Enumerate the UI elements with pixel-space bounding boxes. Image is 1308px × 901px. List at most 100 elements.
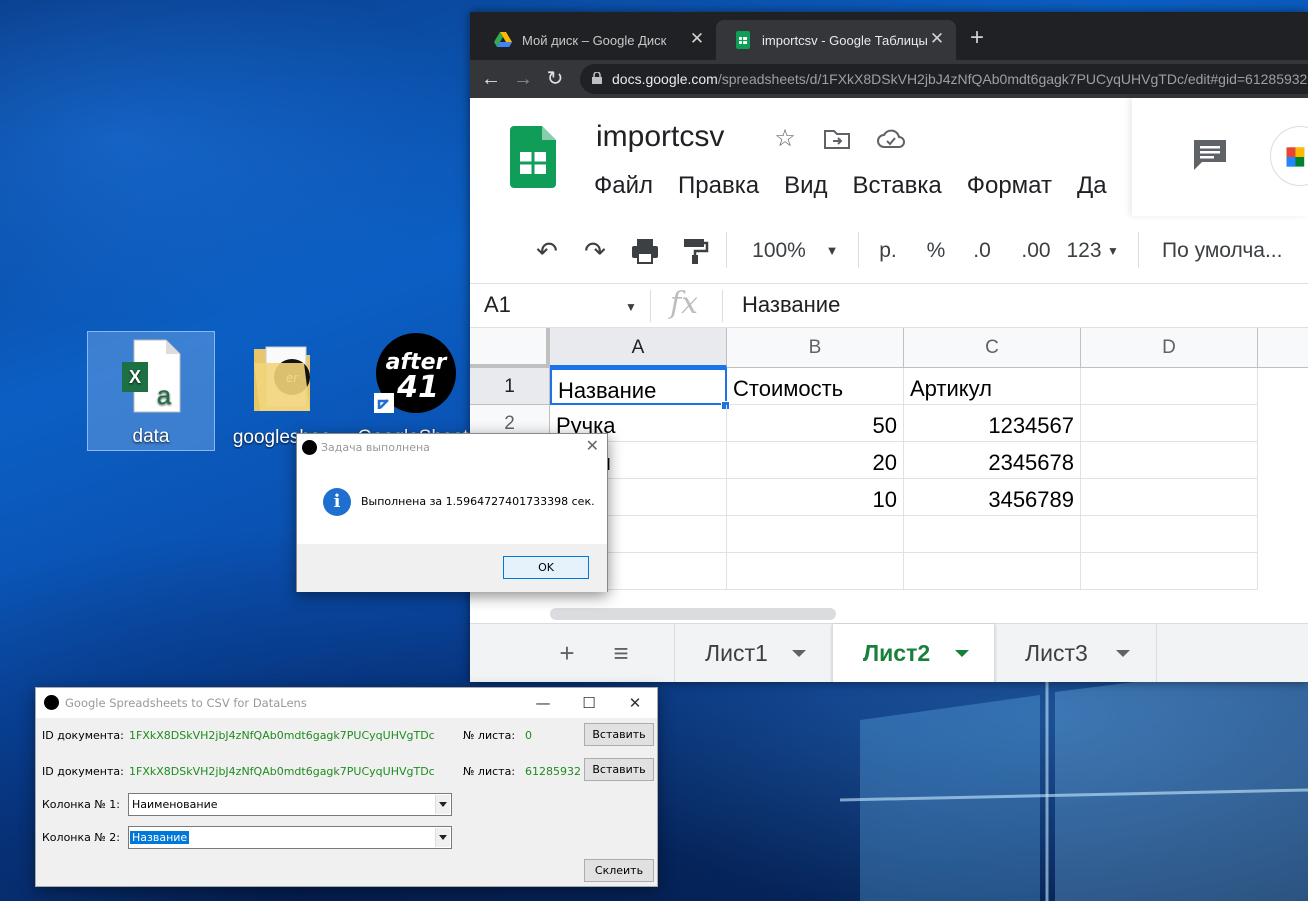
- name-box[interactable]: A1: [484, 292, 511, 318]
- paint-format-icon[interactable]: [680, 236, 710, 266]
- cell-b3[interactable]: 20: [727, 442, 904, 479]
- horizontal-scrollbar[interactable]: [550, 608, 836, 620]
- tab-google-drive[interactable]: Мой диск – Google Диск ✕: [476, 20, 716, 60]
- cell-d2[interactable]: [1081, 405, 1258, 442]
- cell-c6[interactable]: [904, 553, 1081, 590]
- svg-text:X: X: [129, 367, 141, 387]
- print-icon[interactable]: [630, 236, 660, 266]
- sheet-tab-1[interactable]: Лист1: [674, 624, 832, 682]
- sheet-tab-2[interactable]: Лист2: [832, 624, 995, 682]
- ok-button[interactable]: OK: [503, 556, 589, 579]
- formula-input[interactable]: Название: [742, 292, 840, 318]
- cell-d6[interactable]: [1081, 553, 1258, 590]
- cell-c4[interactable]: 3456789: [904, 479, 1081, 516]
- cell-d1[interactable]: [1081, 368, 1258, 405]
- close-icon[interactable]: ✕: [928, 30, 946, 48]
- cell-b1[interactable]: Стоимость: [727, 368, 904, 405]
- currency-format-button[interactable]: р.: [872, 236, 904, 266]
- font-family-select[interactable]: По умолча...: [1162, 236, 1288, 266]
- menu-format[interactable]: Формат: [967, 172, 1052, 200]
- cell-d3[interactable]: [1081, 442, 1258, 479]
- merge-button[interactable]: Склеить: [584, 859, 654, 882]
- close-icon[interactable]: ✕: [688, 30, 706, 48]
- add-sheet-button[interactable]: +: [554, 640, 580, 666]
- windows-logo-wallpaper: [840, 680, 1308, 901]
- column-header-c[interactable]: C: [904, 328, 1081, 368]
- maximize-icon[interactable]: ☐: [574, 692, 604, 714]
- cell-d5[interactable]: [1081, 516, 1258, 553]
- comment-icon[interactable]: [1192, 138, 1228, 172]
- chevron-down-icon[interactable]: [955, 650, 969, 657]
- decrease-decimal-button[interactable]: .0: [966, 236, 998, 266]
- menu-data[interactable]: Да: [1077, 172, 1107, 200]
- menu-view[interactable]: Вид: [784, 172, 827, 200]
- doc-id-label-1: ID документа:: [42, 729, 124, 742]
- chevron-down-icon[interactable]: [1116, 650, 1130, 657]
- cell-c3[interactable]: 2345678: [904, 442, 1081, 479]
- sheet-tab-3[interactable]: Лист3: [994, 624, 1157, 682]
- document-title[interactable]: importcsv: [596, 120, 724, 154]
- chevron-down-icon[interactable]: [435, 795, 450, 814]
- column-1-label: Колонка № 1:: [42, 798, 121, 811]
- row-header[interactable]: 1: [470, 368, 550, 405]
- insert-button-1[interactable]: Вставить: [584, 723, 654, 746]
- new-tab-button[interactable]: +: [970, 26, 984, 50]
- column-header-a[interactable]: A: [550, 328, 727, 368]
- menu-edit[interactable]: Правка: [678, 172, 759, 200]
- address-bar[interactable]: docs.google.com/spreadsheets/d/1FXkX8DSk…: [580, 64, 1308, 94]
- column-1-select[interactable]: Наименование: [128, 793, 452, 816]
- percent-format-button[interactable]: %: [922, 236, 950, 266]
- window-title: Google Spreadsheets to CSV for DataLens: [65, 696, 307, 710]
- redo-icon[interactable]: ↷: [578, 236, 612, 266]
- chevron-down-icon[interactable]: [435, 828, 450, 847]
- cloud-saved-icon[interactable]: [876, 124, 906, 154]
- chevron-down-icon[interactable]: [792, 650, 806, 657]
- star-icon[interactable]: ☆: [770, 124, 800, 154]
- chevron-down-icon[interactable]: ▼: [822, 236, 842, 266]
- column-2-select[interactable]: Название: [128, 826, 452, 849]
- sheet-tab-label: Лист1: [705, 640, 768, 666]
- menu-insert[interactable]: Вставка: [853, 172, 942, 200]
- address-toolbar: ← → ↻ docs.google.com/spreadsheets/d/1FX…: [470, 60, 1308, 98]
- move-to-folder-icon[interactable]: [822, 124, 852, 154]
- task-complete-dialog: Задача выполнена ✕ i Выполнена за 1.5964…: [296, 433, 608, 592]
- cell-b5[interactable]: [727, 516, 904, 553]
- menu-file[interactable]: Файл: [594, 172, 653, 200]
- insert-button-2[interactable]: Вставить: [584, 758, 654, 781]
- undo-icon[interactable]: ↶: [530, 236, 564, 266]
- column-1-value: Наименование: [132, 798, 218, 811]
- cell-b4[interactable]: 10: [727, 479, 904, 516]
- column-header-d[interactable]: D: [1081, 328, 1258, 368]
- more-formats-button[interactable]: 123: [1064, 236, 1104, 266]
- cell-c5[interactable]: [904, 516, 1081, 553]
- increase-decimal-button[interactable]: .00: [1016, 236, 1056, 266]
- cell-a1[interactable]: Название: [550, 368, 727, 405]
- minimize-icon[interactable]: —: [528, 692, 558, 714]
- header-actions: [1132, 98, 1308, 216]
- cell-c1[interactable]: Артикул: [904, 368, 1081, 405]
- column-header-e[interactable]: [1258, 328, 1308, 368]
- back-arrow-icon[interactable]: ←: [478, 66, 504, 92]
- cell-c2[interactable]: 1234567: [904, 405, 1081, 442]
- cell-b6[interactable]: [727, 553, 904, 590]
- forward-arrow-icon[interactable]: →: [510, 66, 536, 92]
- column-header-b[interactable]: B: [727, 328, 904, 368]
- desktop-icon-data[interactable]: X a data: [87, 331, 215, 451]
- google-sheets-logo-icon[interactable]: [510, 126, 556, 190]
- zoom-select[interactable]: 100%: [746, 236, 812, 266]
- meet-button[interactable]: [1270, 126, 1308, 186]
- excel-csv-icon: X a: [122, 339, 181, 413]
- all-sheets-list-icon[interactable]: ≡: [608, 640, 634, 666]
- tab-google-sheets[interactable]: importcsv - Google Таблицы ✕: [716, 20, 956, 60]
- lock-icon: [592, 72, 602, 84]
- close-icon[interactable]: ✕: [620, 692, 650, 714]
- chevron-down-icon[interactable]: ▼: [1104, 236, 1122, 266]
- chevron-down-icon[interactable]: ▼: [622, 292, 640, 322]
- cell-b2[interactable]: 50: [727, 405, 904, 442]
- cell-d4[interactable]: [1081, 479, 1258, 516]
- url-path: /spreadsheets/d/1FXkX8DSkVH2jbJ4zNfQAb0m…: [717, 71, 1308, 87]
- close-icon[interactable]: ✕: [586, 436, 599, 455]
- select-all-corner[interactable]: [470, 328, 550, 368]
- reload-icon[interactable]: ↻: [542, 66, 568, 92]
- sheet-num-label-1: № листа:: [463, 729, 516, 742]
